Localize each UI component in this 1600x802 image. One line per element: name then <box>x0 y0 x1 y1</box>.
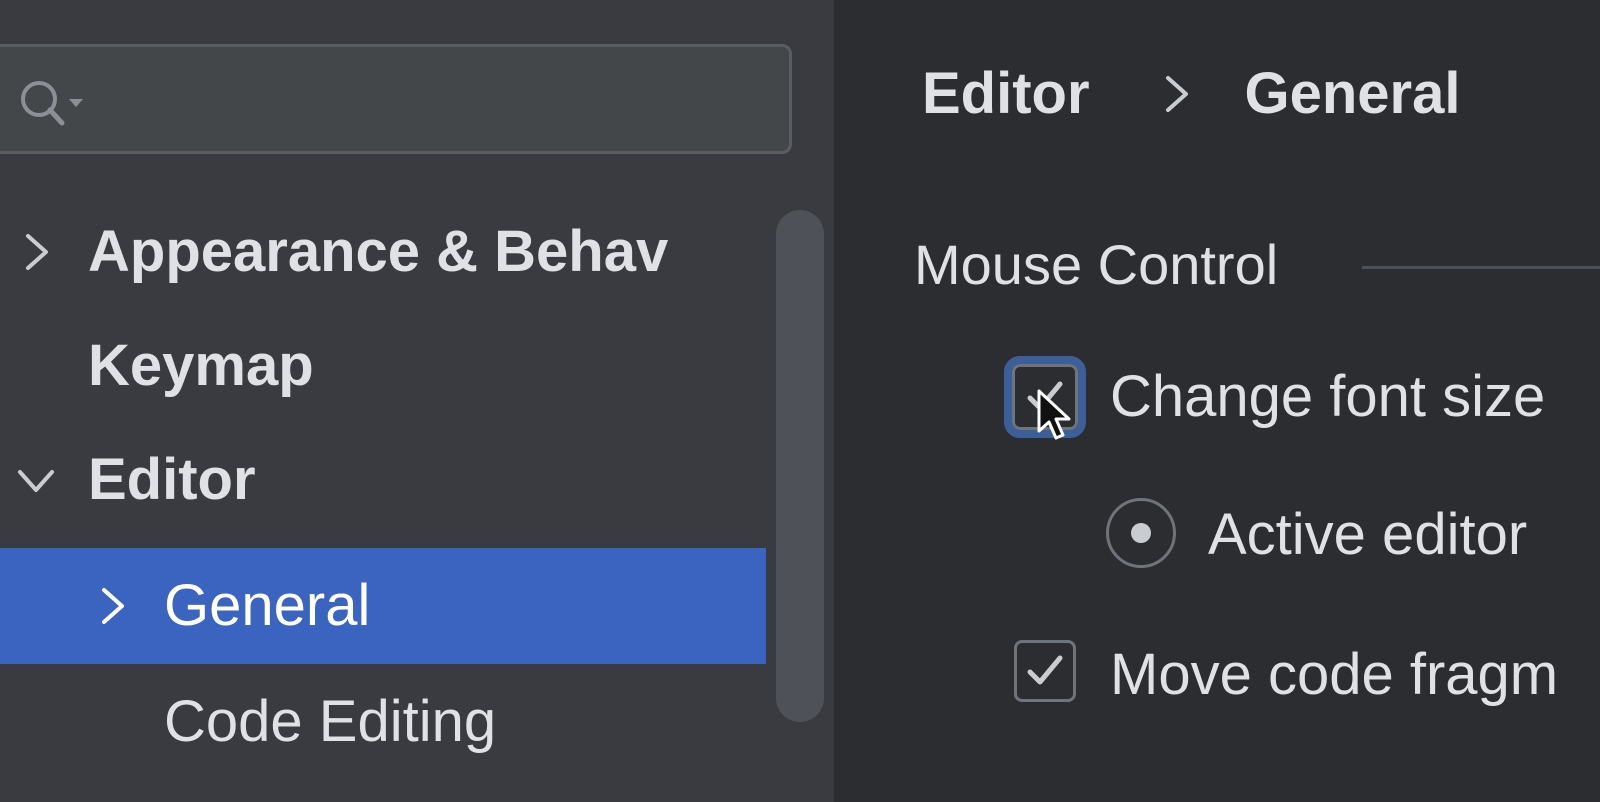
sidebar-item-general[interactable]: General <box>0 548 766 664</box>
sidebar-item-label: Keymap <box>88 333 314 398</box>
search-icon[interactable] <box>17 77 87 131</box>
checkmark-icon <box>1027 381 1063 411</box>
chevron-right-icon <box>1166 75 1188 112</box>
change-font-size-label[interactable]: Change font size <box>1110 362 1545 432</box>
sidebar-item-editor[interactable]: Editor <box>0 422 766 538</box>
sidebar-item-label: Code Editing <box>164 689 497 754</box>
section-title-mouse-control: Mouse Control <box>914 233 1279 296</box>
sidebar-item-label: Editor <box>88 447 256 512</box>
sidebar-item-label: Appearance & Behav <box>88 219 669 284</box>
move-code-fragments-checkbox[interactable] <box>1014 640 1076 702</box>
chevron-down-icon[interactable] <box>16 460 56 500</box>
settings-sidebar: Appearance & Behav Keymap Editor General… <box>0 0 834 802</box>
breadcrumb-item-general: General <box>1244 61 1461 126</box>
sidebar-item-label: General <box>164 573 371 638</box>
breadcrumb: Editor General <box>922 60 1460 150</box>
breadcrumb-item-editor[interactable]: Editor <box>922 60 1090 127</box>
active-editor-label[interactable]: Active editor <box>1208 500 1527 570</box>
sidebar-item-keymap[interactable]: Keymap <box>0 308 766 424</box>
active-editor-radio[interactable] <box>1106 498 1176 568</box>
checkmark-icon <box>1027 655 1063 685</box>
settings-search-input[interactable] <box>101 71 765 133</box>
sidebar-item-appearance-behavior[interactable]: Appearance & Behav <box>0 194 766 310</box>
change-font-size-checkbox[interactable] <box>1004 356 1086 438</box>
section-separator <box>1362 266 1600 269</box>
sidebar-item-code-editing[interactable]: Code Editing <box>0 664 766 780</box>
chevron-right-icon[interactable] <box>16 232 56 272</box>
settings-search-box[interactable] <box>0 44 792 154</box>
settings-window: Appearance & Behav Keymap Editor General… <box>0 0 1600 802</box>
settings-content: Editor General Mouse Control Change font… <box>836 0 1600 802</box>
sidebar-scrollbar[interactable] <box>776 210 824 722</box>
chevron-right-icon[interactable] <box>92 586 132 626</box>
radio-dot <box>1131 523 1151 543</box>
move-code-fragments-label[interactable]: Move code fragm <box>1110 640 1558 710</box>
